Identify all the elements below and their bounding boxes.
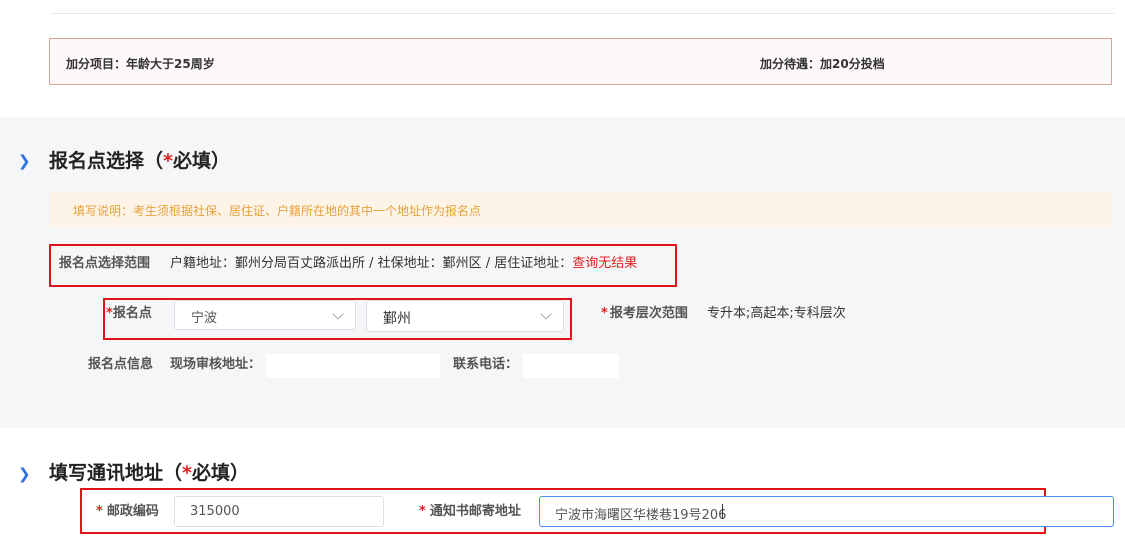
registration-title: 报名点选择（*必填） [49,149,230,173]
registration-title-text: 报名点选择（ [49,150,164,172]
mail-address-label-text: 通知书邮寄地址 [429,504,521,519]
chevron-right-icon: ❯ [18,152,31,170]
registration-title-required: 必填） [172,150,230,172]
bonus-info-box: 加分项目：年龄大于25周岁 加分待遇：加20分投档 [49,38,1112,85]
range-label: 报名点选择范围 [59,256,151,271]
required-mark: * [106,306,113,321]
site-city-select[interactable]: 宁波 [174,300,356,330]
chevron-down-icon [540,308,552,320]
postcode-label: * 邮政编码 [96,503,159,521]
bonus-treatment: 加分待遇：加20分投档 [760,55,885,72]
level-label-text: 报考层次范围 [609,306,688,321]
audit-address-value [266,354,440,378]
postcode-label-text: 邮政编码 [106,504,159,519]
required-mark: * [182,462,192,484]
range-no-result: 查询无结果 [572,256,638,271]
required-mark: * [419,504,426,519]
range-text: 户籍地址：鄞州分局百丈路派出所 / 社保地址：鄞州区 / 居住证地址：查询无结果 [170,255,637,273]
mail-address-value: 宁波市海曙区华楼巷19号206 [555,508,727,523]
site-label-text: 报名点 [112,306,152,321]
site-label: *报名点 [106,305,152,323]
required-mark: * [601,306,608,321]
site-info-label: 报名点信息 [88,357,154,372]
postcode-input[interactable]: 315000 [174,496,384,527]
notice-text: 填写说明：考生须根据社保、居住证、户籍所在地的其中一个地址作为报名点 [73,204,482,218]
address-title-required: 必填） [191,462,249,484]
mail-address-input[interactable]: 宁波市海曙区华楼巷19号206 [539,496,1114,527]
site-city-value: 宁波 [191,311,218,326]
chevron-down-icon [332,308,344,320]
bonus-treatment-value: 加20分投档 [820,57,885,71]
phone-label: 联系电话： [453,357,519,372]
address-title-text: 填写通讯地址（ [49,462,183,484]
address-title: 填写通讯地址（*必填） [49,461,249,485]
text-caret [722,504,723,519]
chevron-right-icon: ❯ [18,465,31,483]
audit-address-label: 现场审核地址： [170,357,262,372]
notice-banner: 填写说明：考生须根据社保、居住证、户籍所在地的其中一个地址作为报名点 [50,192,1112,227]
bonus-item: 加分项目：年龄大于25周岁 [66,55,215,72]
level-value: 专升本;高起本;专科层次 [707,306,846,321]
bonus-item-label: 加分项目： [66,57,127,71]
required-mark: * [163,150,173,172]
range-addresses: 户籍地址：鄞州分局百丈路派出所 / 社保地址：鄞州区 / 居住证地址： [170,256,573,271]
phone-value [523,354,619,378]
level-label: * 报考层次范围 [601,305,688,323]
bonus-item-value: 年龄大于25周岁 [126,57,215,71]
site-district-select[interactable]: 鄞州 [366,300,564,332]
required-mark: * [96,504,103,519]
postcode-value: 315000 [190,504,240,519]
mail-address-label: * 通知书邮寄地址 [419,503,521,521]
bonus-treatment-label: 加分待遇： [760,57,821,71]
top-divider [50,13,1114,14]
site-district-value: 鄞州 [383,311,411,327]
